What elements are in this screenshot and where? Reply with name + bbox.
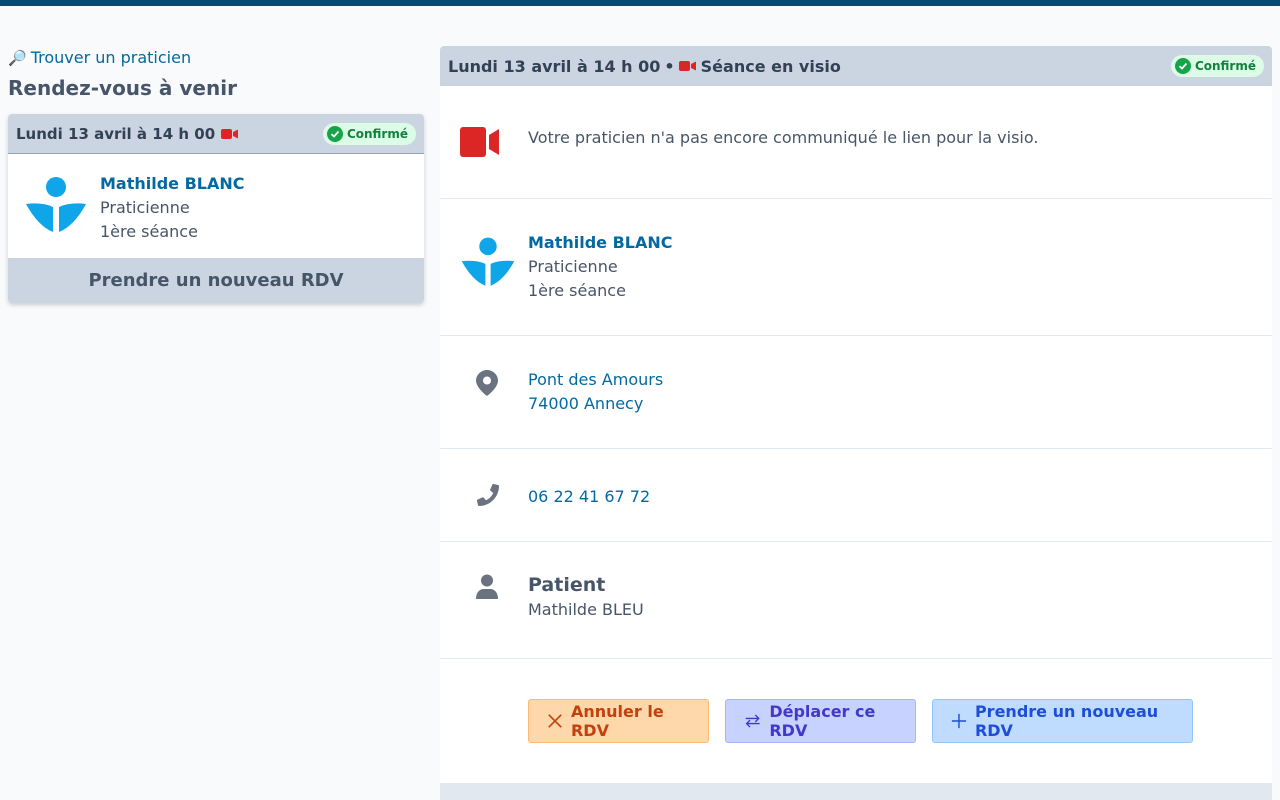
- find-practitioner-link[interactable]: 🔎 Trouver un praticien: [8, 48, 191, 67]
- appointment-card-header: Lundi 13 avril à 14 h 00 Confirmé: [8, 114, 424, 154]
- appointment-detail-panel: Lundi 13 avril à 14 h 00 • Séance en vis…: [440, 46, 1272, 800]
- patient-title: Patient: [528, 574, 606, 596]
- video-row: Votre praticien n'a pas encore communiqu…: [440, 86, 1272, 199]
- top-bar: [0, 0, 1280, 6]
- move-label: Déplacer ce RDV: [769, 702, 876, 740]
- find-practitioner-label: Trouver un praticien: [30, 48, 192, 67]
- video-link-message: Votre praticien n'a pas encore communiqu…: [528, 128, 1039, 147]
- detail-header: Lundi 13 avril à 14 h 00 • Séance en vis…: [440, 46, 1272, 86]
- move-appointment-button[interactable]: Déplacer ce RDV: [725, 699, 916, 743]
- practitioner-logo-icon: [461, 237, 515, 286]
- practitioner-name[interactable]: Mathilde BLANC: [528, 231, 673, 255]
- practitioner-role: Praticienne: [528, 257, 618, 276]
- practitioner-logo-icon: [26, 177, 86, 232]
- address-row: Pont des Amours 74000 Annecy: [440, 336, 1272, 449]
- panel-footer: [440, 783, 1272, 800]
- status-badge: Confirmé: [1170, 55, 1264, 77]
- cancel-label: Annuler le RDV: [570, 702, 664, 740]
- address-line2[interactable]: 74000 Annecy: [528, 392, 663, 416]
- upcoming-appointments-title: Rendez-vous à venir: [8, 76, 237, 100]
- phone-icon: [476, 483, 499, 506]
- session-type: 1ère séance: [100, 222, 198, 241]
- practitioner-role: Praticienne: [100, 198, 190, 217]
- session-type: 1ère séance: [528, 281, 626, 300]
- user-icon: [476, 574, 498, 599]
- header-separator: •: [664, 56, 675, 76]
- close-icon: [548, 714, 562, 728]
- practitioner-row: Mathilde BLANC Praticienne 1ère séance: [440, 199, 1272, 336]
- action-buttons: Annuler le RDV Déplacer ce RDV Prendre u…: [528, 699, 1193, 743]
- swap-arrows-icon: [745, 714, 760, 728]
- appointment-card-body: Mathilde BLANC Praticienne 1ère séance: [8, 154, 424, 258]
- magnifier-icon: 🔎: [8, 48, 27, 67]
- address-line1[interactable]: Pont des Amours: [528, 368, 663, 392]
- appointment-card[interactable]: Lundi 13 avril à 14 h 00 Confirmé Mathil…: [8, 114, 424, 303]
- new-appointment-button[interactable]: Prendre un nouveau RDV: [8, 258, 424, 303]
- phone-row: 06 22 41 67 72: [440, 449, 1272, 542]
- plus-icon: [951, 713, 967, 729]
- status-label: Confirmé: [346, 126, 408, 141]
- new-label: Prendre un nouveau RDV: [974, 702, 1159, 740]
- video-camera-icon: [678, 60, 697, 72]
- status-badge: Confirmé: [322, 122, 416, 145]
- session-mode: Séance en visio: [700, 56, 841, 76]
- cancel-appointment-button[interactable]: Annuler le RDV: [528, 699, 709, 743]
- practitioner-name[interactable]: Mathilde BLANC: [100, 172, 245, 196]
- appointment-date: Lundi 13 avril à 14 h 00: [16, 124, 216, 143]
- patient-row: Patient Mathilde BLEU: [440, 542, 1272, 659]
- check-circle-icon: [326, 125, 343, 142]
- map-pin-icon: [476, 370, 498, 396]
- phone-number[interactable]: 06 22 41 67 72: [528, 485, 650, 509]
- video-camera-icon: [460, 127, 499, 157]
- status-label: Confirmé: [1194, 59, 1256, 73]
- video-camera-icon: [221, 128, 239, 140]
- detail-date: Lundi 13 avril à 14 h 00: [448, 56, 661, 76]
- check-circle-icon: [1174, 58, 1191, 74]
- patient-name: Mathilde BLEU: [528, 600, 644, 619]
- new-appointment-button[interactable]: Prendre un nouveau RDV: [932, 699, 1193, 743]
